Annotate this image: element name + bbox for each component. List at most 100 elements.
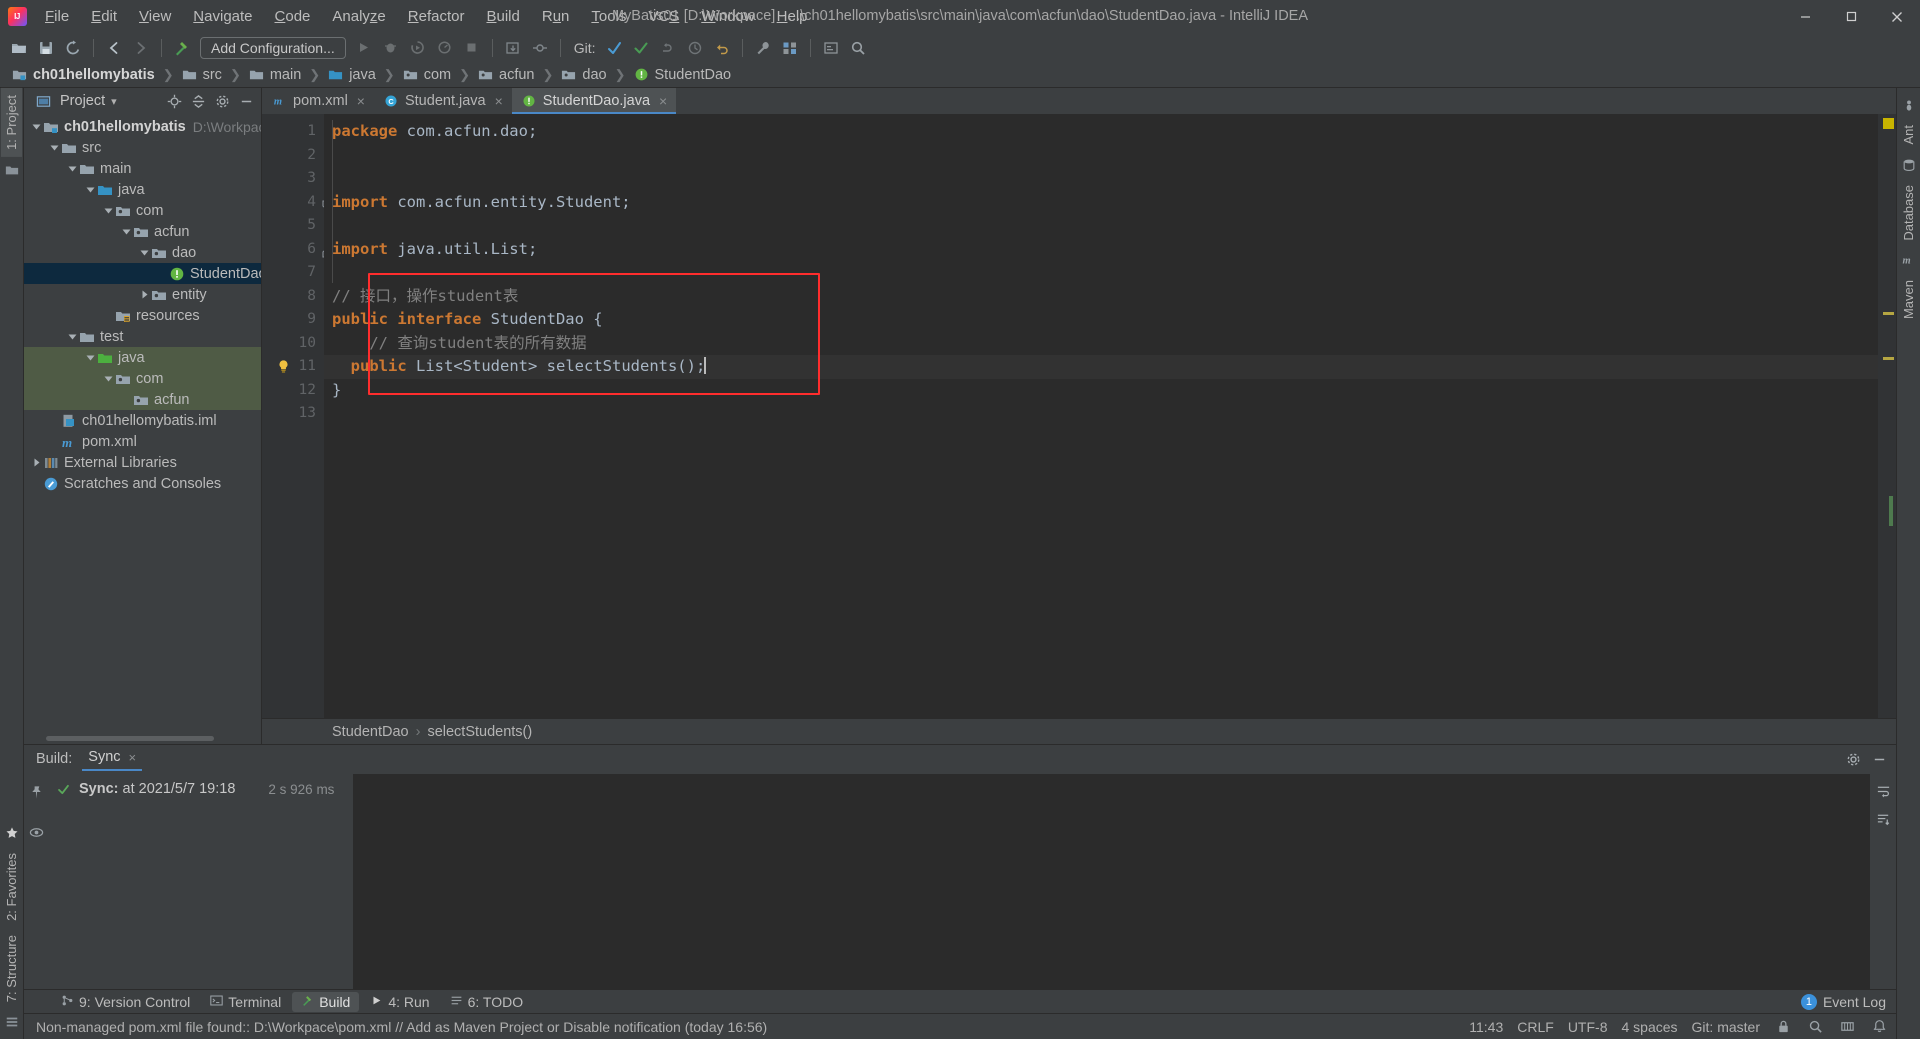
- code-line[interactable]: // 接口，操作student表: [324, 285, 1878, 309]
- tree-node-acfun[interactable]: acfun: [24, 389, 261, 410]
- bottom-tab-version-control[interactable]: 9: Version Control: [52, 992, 199, 1012]
- close-button[interactable]: [1874, 0, 1920, 33]
- git-revert-icon[interactable]: [709, 36, 735, 60]
- memory-icon[interactable]: [1838, 1018, 1856, 1036]
- menu-build[interactable]: Build: [475, 0, 530, 33]
- sync-icon[interactable]: [60, 36, 86, 60]
- tree-expand-arrow[interactable]: [84, 351, 97, 364]
- tree-node-scratches-and-consoles[interactable]: Scratches and Consoles: [24, 473, 261, 494]
- tree-expand-arrow[interactable]: [102, 204, 115, 217]
- tree-node-external-libraries[interactable]: External Libraries: [24, 452, 261, 473]
- settings-gear-icon[interactable]: [1842, 748, 1864, 770]
- tool-tab-project[interactable]: 1: Project: [1, 88, 22, 157]
- tree-expand-arrow[interactable]: [120, 225, 133, 238]
- intention-bulb-icon[interactable]: [276, 359, 291, 374]
- debug-icon[interactable]: [378, 36, 404, 60]
- back-arrow-icon[interactable]: [101, 36, 127, 60]
- build-tree-row-sync[interactable]: Sync: at 2021/5/7 19:18 2 s 926 ms: [48, 779, 353, 799]
- breadcrumb-item-com[interactable]: com: [399, 66, 455, 84]
- tree-node-studentdao[interactable]: StudentDao: [24, 263, 261, 284]
- code-line[interactable]: // 查询student表的所有数据: [324, 332, 1878, 356]
- git-push-icon[interactable]: [655, 36, 681, 60]
- editor-tab-studentdao-java[interactable]: StudentDao.java ×: [511, 88, 677, 114]
- warning-stripe[interactable]: [1883, 312, 1894, 315]
- notifications-icon[interactable]: [1870, 1018, 1888, 1036]
- caret-position[interactable]: 11:43: [1469, 1019, 1503, 1035]
- tree-node-pom-xml[interactable]: m pom.xml: [24, 431, 261, 452]
- sort-icon[interactable]: [1873, 809, 1893, 829]
- menu-tools[interactable]: Tools: [580, 0, 637, 33]
- warning-stripe[interactable]: [1883, 357, 1894, 360]
- select-in-icon[interactable]: [818, 36, 844, 60]
- code-line[interactable]: [324, 167, 1878, 191]
- tree-node-test[interactable]: test: [24, 326, 261, 347]
- inspection-status-indicator[interactable]: [1883, 118, 1894, 129]
- tool-tab-maven[interactable]: Maven: [1898, 273, 1919, 326]
- git-history-icon[interactable]: [682, 36, 708, 60]
- tree-expand-arrow[interactable]: [30, 477, 43, 490]
- tree-expand-arrow[interactable]: [66, 330, 79, 343]
- git-branch-widget[interactable]: Git: master: [1692, 1019, 1760, 1035]
- scroll-position-marker[interactable]: [1889, 496, 1893, 526]
- code-line[interactable]: public List<Student> selectStudents();: [324, 355, 1878, 379]
- tree-expand-arrow[interactable]: [48, 435, 61, 448]
- build-tab-sync[interactable]: Sync ×: [82, 747, 143, 771]
- menu-analyze[interactable]: Analyze: [321, 0, 396, 33]
- code-line[interactable]: import java.util.List;: [324, 238, 1878, 262]
- project-tree[interactable]: ch01hellomybatis D:\Workpace\c src main java…: [24, 114, 261, 732]
- eye-icon[interactable]: [27, 823, 45, 841]
- menu-file[interactable]: File: [34, 0, 80, 33]
- git-commit-check-icon[interactable]: [628, 36, 654, 60]
- project-view-dropdown-caret[interactable]: ▾: [111, 95, 117, 108]
- error-stripe-gutter[interactable]: [1878, 114, 1896, 718]
- tree-node-main[interactable]: main: [24, 158, 261, 179]
- code-line[interactable]: import com.acfun.entity.Student;: [324, 191, 1878, 215]
- tree-node-java[interactable]: java: [24, 347, 261, 368]
- tool-tab-structure[interactable]: 7: Structure: [1, 928, 22, 1009]
- tree-node-dao[interactable]: dao: [24, 242, 261, 263]
- tree-expand-arrow[interactable]: [30, 120, 43, 133]
- run-coverage-icon[interactable]: [405, 36, 431, 60]
- tree-expand-arrow[interactable]: [138, 246, 151, 259]
- run-icon[interactable]: [351, 36, 377, 60]
- breadcrumb-item-java[interactable]: java: [324, 66, 380, 84]
- git-update-icon[interactable]: [601, 36, 627, 60]
- update-project-icon[interactable]: [500, 36, 526, 60]
- profile-icon[interactable]: [432, 36, 458, 60]
- bottom-tab-terminal[interactable]: Terminal: [201, 992, 290, 1012]
- menu-view[interactable]: View: [128, 0, 182, 33]
- soft-wrap-icon[interactable]: [1873, 781, 1893, 801]
- code-content[interactable]: package com.acfun.dao; import com.acfun.…: [324, 114, 1878, 718]
- close-tab-icon[interactable]: ×: [495, 93, 503, 109]
- forward-arrow-icon[interactable]: [128, 36, 154, 60]
- code-line[interactable]: }: [324, 379, 1878, 403]
- menu-refactor[interactable]: Refactor: [397, 0, 476, 33]
- breadcrumb-method[interactable]: selectStudents(): [427, 724, 532, 740]
- tree-expand-arrow[interactable]: [48, 414, 61, 427]
- breadcrumb-class[interactable]: StudentDao: [332, 724, 409, 740]
- close-tab-icon[interactable]: ×: [357, 93, 365, 109]
- build-result-tree[interactable]: Sync: at 2021/5/7 19:18 2 s 926 ms: [48, 773, 353, 989]
- tree-expand-arrow[interactable]: [48, 141, 61, 154]
- menu-run[interactable]: Run: [531, 0, 581, 33]
- editor-tab-pom-xml[interactable]: m pom.xml ×: [262, 88, 374, 114]
- build-output-console[interactable]: [353, 774, 1870, 989]
- menu-vcs[interactable]: VCS: [637, 0, 690, 33]
- code-line[interactable]: package com.acfun.dao;: [324, 120, 1878, 144]
- tree-expand-arrow[interactable]: [102, 372, 115, 385]
- save-all-icon[interactable]: [33, 36, 59, 60]
- breadcrumb-item-module[interactable]: ch01hellomybatis: [8, 66, 159, 84]
- code-editor[interactable]: 1 2 3 4 5 6 7 8 9 10 11 12 13 package com.acfun.dao;…: [262, 114, 1896, 718]
- tree-node-ch01hellomybatis-iml[interactable]: ch01hellomybatis.iml: [24, 410, 261, 431]
- run-configuration-selector[interactable]: Add Configuration...: [200, 36, 346, 59]
- locate-target-icon[interactable]: [163, 90, 185, 112]
- close-build-tab-icon[interactable]: ×: [129, 750, 137, 765]
- tool-tab-ant[interactable]: Ant: [1898, 118, 1919, 152]
- search-everywhere-icon[interactable]: [845, 36, 871, 60]
- status-message[interactable]: Non-managed pom.xml file found:: D:\Work…: [36, 1019, 767, 1035]
- tree-expand-arrow[interactable]: [30, 456, 43, 469]
- tree-expand-arrow[interactable]: [84, 183, 97, 196]
- build-hammer-icon[interactable]: [169, 36, 195, 60]
- line-number-gutter[interactable]: 1 2 3 4 5 6 7 8 9 10 11 12 13: [262, 114, 333, 718]
- commit-icon[interactable]: [527, 36, 553, 60]
